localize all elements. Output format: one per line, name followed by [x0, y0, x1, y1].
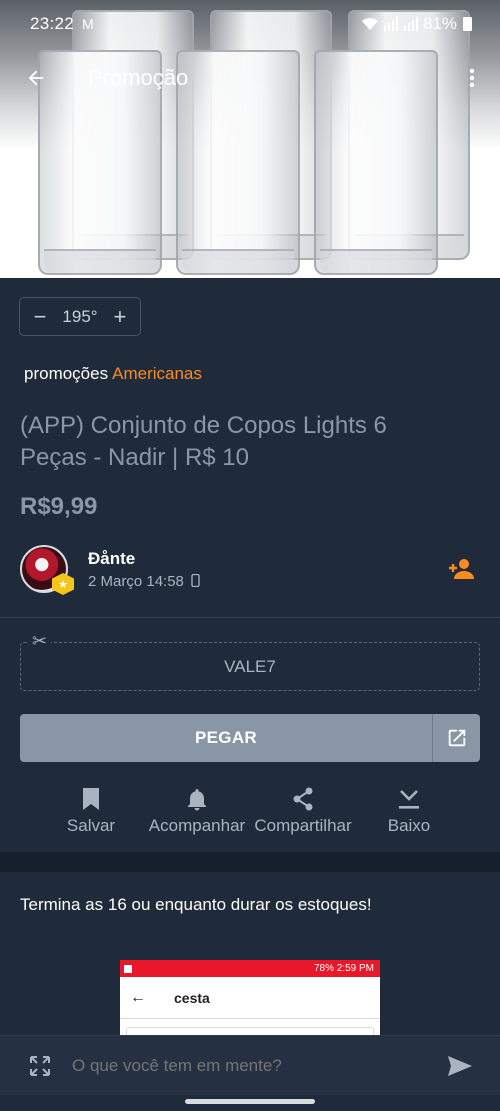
embedded-app-bar: ← cesta: [120, 977, 380, 1019]
status-bar: 23:22 M 81%: [0, 0, 500, 48]
downvote-button[interactable]: Baixo: [380, 784, 438, 836]
notification-icon: [124, 964, 132, 973]
author-name[interactable]: Đånte: [88, 549, 135, 569]
embedded-row: [126, 1027, 374, 1035]
deal-title: (APP) Conjunto de Copos Lights 6 Peças -…: [20, 412, 387, 471]
deal-price: R$9,99: [20, 493, 98, 520]
signal-icon: [383, 17, 398, 31]
downvote-label: Baixo: [387, 816, 431, 835]
get-deal-button[interactable]: PEGAR: [20, 714, 480, 762]
send-button[interactable]: [440, 1046, 480, 1086]
expand-icon: [30, 1055, 50, 1076]
page-title: Promoção: [88, 65, 189, 90]
battery-percent: 81%: [422, 14, 457, 33]
deal-description: Termina as 16 ou enquanto durar os estoq…: [20, 895, 372, 914]
bookmark-icon: [83, 788, 99, 810]
phone-icon: [191, 573, 200, 588]
share-icon: [293, 787, 313, 811]
follow-button[interactable]: [448, 555, 476, 583]
home-indicator[interactable]: [185, 1099, 315, 1104]
coupon-code[interactable]: VALE7: [20, 642, 480, 691]
add-person-icon: [449, 559, 474, 579]
open-external-icon: [448, 729, 465, 747]
section-separator: [0, 852, 500, 872]
embedded-status-bar: 78% 2:59 PM: [120, 960, 380, 977]
save-label: Salvar: [66, 816, 116, 835]
share-label: Compartilhar: [254, 816, 352, 835]
temperature-value: 195°: [62, 306, 98, 326]
battery-icon: [463, 17, 472, 31]
action-bar: Salvar Acompanhar Compartilhar Baixo: [0, 784, 500, 840]
download-icon: [399, 790, 419, 809]
get-deal-label: PEGAR: [195, 728, 257, 747]
system-nav-bar: [0, 1095, 500, 1111]
share-button[interactable]: Compartilhar: [248, 784, 358, 836]
wifi-icon: [361, 17, 378, 30]
open-external-button[interactable]: [432, 714, 480, 762]
status-time: 23:22: [30, 14, 75, 33]
vote-down-button[interactable]: −: [31, 304, 49, 330]
store-prefix: promoções: [24, 364, 109, 383]
store-line: promoções Americanas: [24, 364, 202, 384]
back-button[interactable]: [14, 56, 58, 100]
gmail-icon: M: [82, 16, 94, 32]
scissors-icon: ✂: [28, 631, 52, 652]
author-row: ★ Đånte 2 Março 14:58: [20, 545, 480, 595]
expand-button[interactable]: [20, 1046, 60, 1086]
arrow-left-icon: ←: [130, 988, 146, 1006]
save-button[interactable]: Salvar: [58, 784, 124, 836]
follow-deal-label: Acompanhar: [148, 816, 246, 835]
vote-up-button[interactable]: +: [111, 304, 129, 330]
store-link[interactable]: Americanas: [112, 364, 202, 383]
arrow-left-icon: [28, 70, 44, 86]
more-vertical-icon: [469, 68, 475, 88]
divider: [0, 617, 500, 618]
send-icon: [448, 1055, 472, 1076]
embedded-status-text: 78% 2:59 PM: [313, 963, 374, 974]
more-options-button[interactable]: [450, 56, 494, 100]
post-date: 2 Março 14:58: [88, 573, 200, 590]
embedded-title: cesta: [174, 989, 210, 1006]
comment-composer: [0, 1035, 500, 1095]
signal-icon: [403, 17, 418, 31]
follow-deal-button[interactable]: Acompanhar: [144, 784, 250, 836]
temperature-vote: − 195° +: [19, 297, 141, 336]
comment-input[interactable]: [72, 1055, 440, 1076]
embedded-screenshot[interactable]: 78% 2:59 PM ← cesta: [120, 960, 380, 1035]
app-bar: Promoção: [0, 50, 500, 106]
bell-icon: [188, 789, 206, 811]
